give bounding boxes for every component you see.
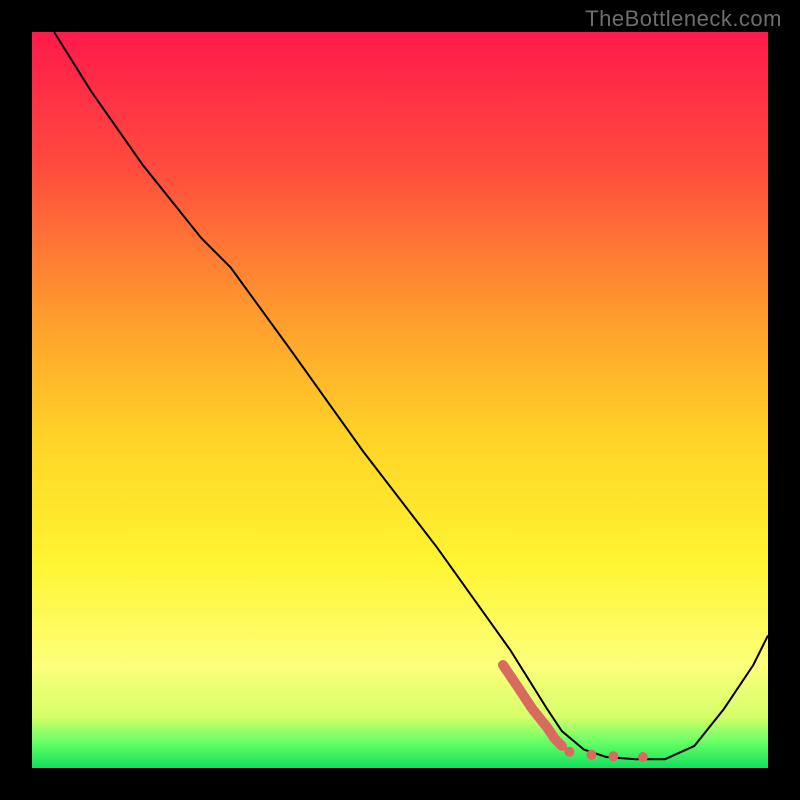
accent-stroke (503, 665, 562, 746)
plot-area (32, 32, 768, 768)
accent-dot (608, 751, 618, 761)
curve-overlay (32, 32, 768, 768)
chart-frame: TheBottleneck.com (0, 0, 800, 800)
main-curve (54, 32, 768, 759)
accent-dot (586, 750, 596, 760)
watermark-text: TheBottleneck.com (585, 6, 782, 32)
accent-dots (503, 665, 648, 762)
accent-dot (564, 747, 574, 757)
accent-dot (638, 752, 648, 762)
